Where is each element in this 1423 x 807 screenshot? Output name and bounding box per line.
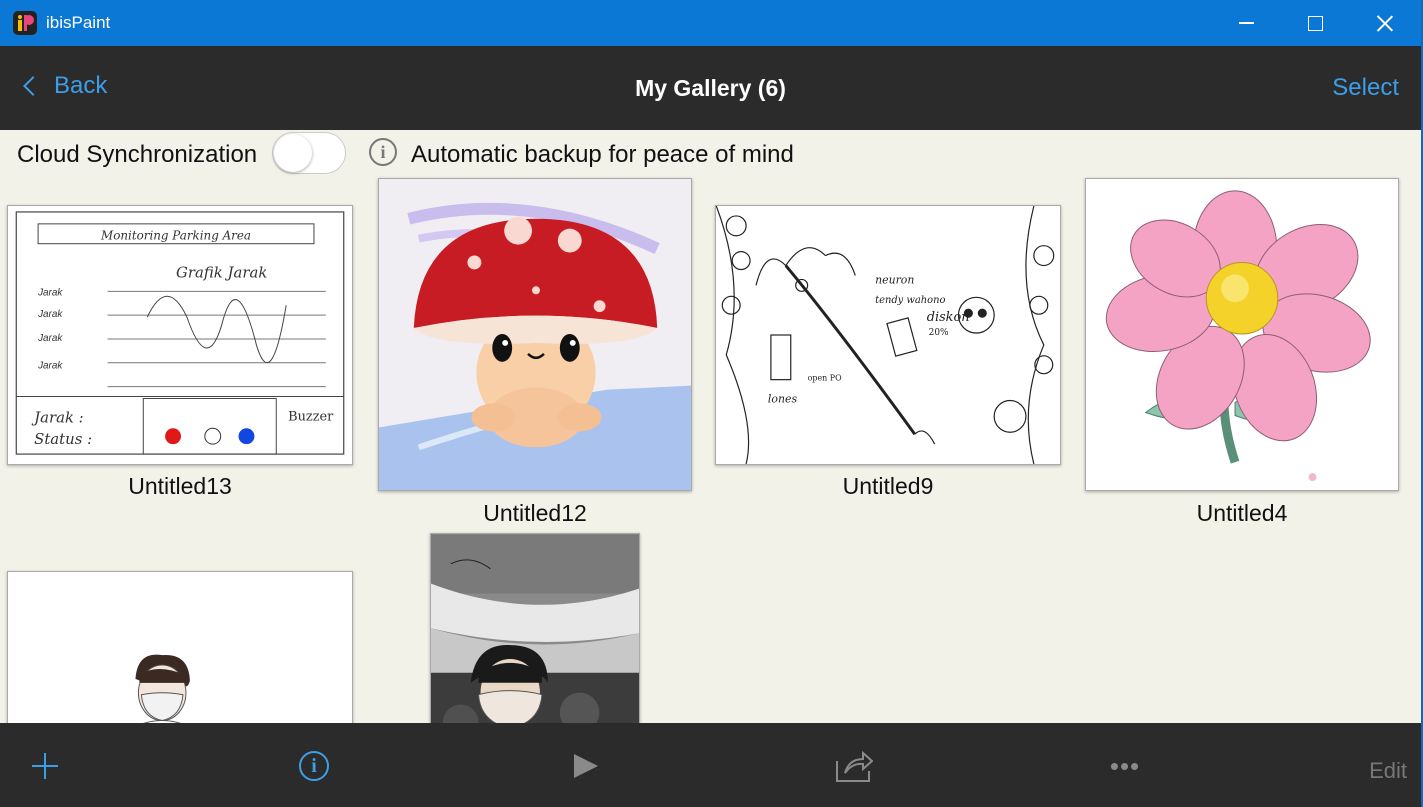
info-icon[interactable]: i <box>369 138 397 166</box>
artwork-title: Untitled4 <box>1196 500 1288 526</box>
info-icon: i <box>299 751 329 781</box>
thumb9-text2: tendy wahono <box>875 295 945 306</box>
bottom-toolbar: i ••• Edit <box>0 723 1421 807</box>
maximize-icon <box>1307 15 1323 31</box>
edit-button[interactable]: Edit <box>1369 754 1407 788</box>
artwork-info-button[interactable]: i <box>298 749 330 783</box>
gallery-content[interactable]: Cloud Synchronization i Automatic backup… <box>0 130 1421 723</box>
share-button[interactable] <box>835 749 873 783</box>
select-button[interactable]: Select <box>1332 74 1399 102</box>
play-icon <box>574 754 598 778</box>
thumb13-graph-label: Grafik Jarak <box>176 263 267 281</box>
thumb13-row-label-1: Jarak <box>37 287 63 298</box>
thumb13-heading: Monitoring Parking Area <box>100 229 251 243</box>
thumb13-row-label-3: Jarak <box>37 333 63 344</box>
ibispaint-app-icon <box>13 11 37 35</box>
navigation-bar: Back My Gallery (6) Select <box>0 46 1421 130</box>
more-options-button[interactable]: ••• <box>1108 749 1142 783</box>
minimize-icon <box>1238 22 1254 24</box>
cloud-sync-label: Cloud Synchronization <box>17 141 258 168</box>
artwork-title: Untitled13 <box>128 473 232 499</box>
add-artwork-button[interactable] <box>30 749 60 783</box>
artwork-thumbnail-untitled13[interactable]: Monitoring Parking Area Grafik Jarak Jar… <box>7 205 353 465</box>
thumb13-row-label-4: Jarak <box>37 361 63 372</box>
backup-info-text: Automatic backup for peace of mind <box>411 141 794 168</box>
artwork-thumbnail-untitled9[interactable]: neuron tendy wahono diskon 20% lones ope… <box>715 205 1061 465</box>
close-icon <box>1377 15 1393 31</box>
close-button[interactable] <box>1350 0 1420 46</box>
artwork-title: Untitled9 <box>842 473 934 499</box>
artwork-title: Untitled12 <box>483 500 587 526</box>
artwork-thumbnail-untitled12[interactable] <box>378 178 692 491</box>
thumb9-text6: open PO <box>808 374 842 383</box>
artwork-thumbnail-untitled4[interactable] <box>1085 178 1399 491</box>
thumb9-text1: neuron <box>875 273 914 286</box>
play-button[interactable] <box>573 749 599 783</box>
thumb13-status: Status : <box>34 430 92 448</box>
thumb9-text4: 20% <box>929 328 949 338</box>
maximize-button[interactable] <box>1280 0 1350 46</box>
share-icon <box>836 750 873 782</box>
page-title: My Gallery (6) <box>635 75 786 101</box>
artwork-thumbnail-5[interactable] <box>7 571 353 723</box>
thumb9-text3: diskon <box>927 310 970 325</box>
cloud-sync-toggle[interactable] <box>272 132 346 174</box>
thumb13-buzzer: Buzzer <box>288 409 334 424</box>
minimize-button[interactable] <box>1211 0 1281 46</box>
toggle-knob <box>274 134 312 172</box>
thumb13-row-label-2: Jarak <box>37 309 63 320</box>
title-bar: ibisPaint <box>0 0 1421 46</box>
artwork-thumbnail-6[interactable] <box>430 533 640 723</box>
thumb13-jarak: Jarak : <box>31 408 84 426</box>
thumb9-text5: lones <box>768 392 798 405</box>
window-title: ibisPaint <box>46 13 111 32</box>
app-window: ibisPaint Back My Gallery (6) Select Clo… <box>0 0 1423 807</box>
